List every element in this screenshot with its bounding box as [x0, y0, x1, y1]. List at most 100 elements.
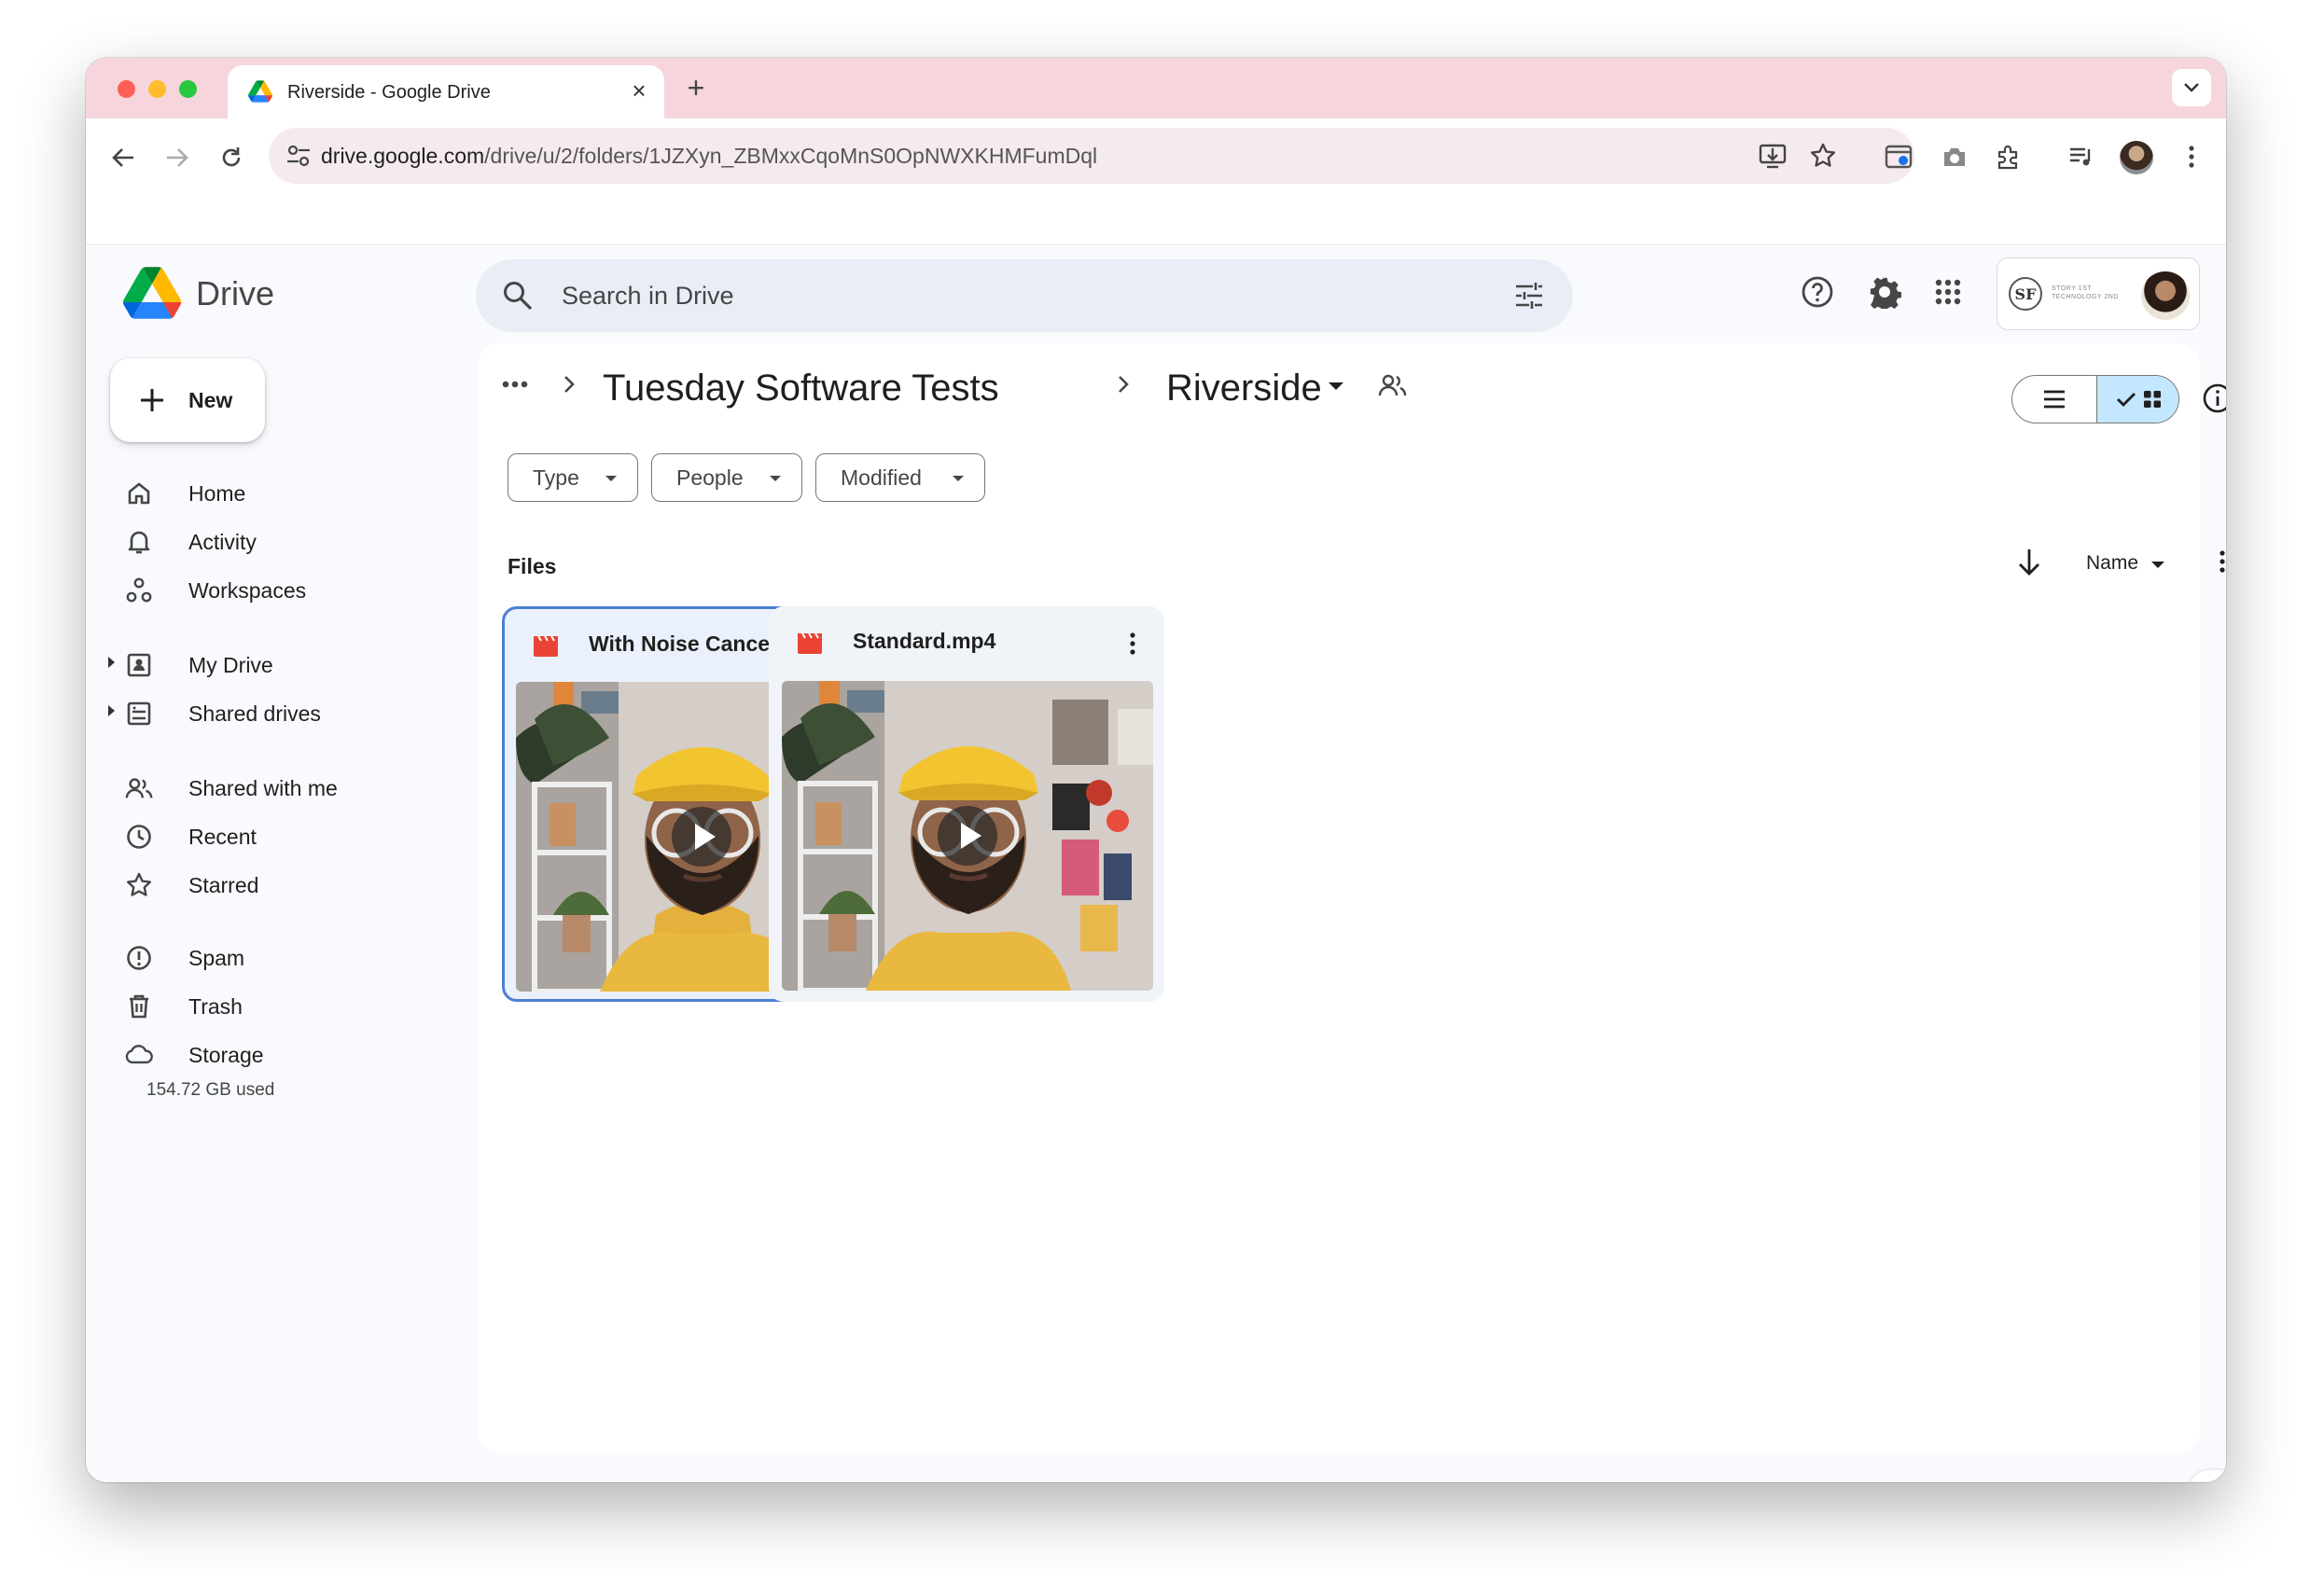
tab-title: Riverside - Google Drive: [287, 82, 491, 103]
media-controls-button[interactable]: [2066, 141, 2097, 173]
shared-folder-icon[interactable]: [1375, 369, 1409, 403]
star-icon: [125, 871, 153, 899]
url-path: /drive/u/2/folders/1JZXyn_ZBMxxCqoMnS0Op…: [484, 144, 1098, 168]
side-panel-toggle-button[interactable]: [2189, 1470, 2226, 1482]
more-horiz-icon[interactable]: [498, 375, 532, 394]
reload-button[interactable]: [211, 137, 252, 178]
caret-down-icon: [953, 476, 964, 481]
bookmark-button[interactable]: [1808, 141, 1838, 171]
sidebar-item-spam[interactable]: Spam: [114, 935, 487, 979]
sidebar-item-my-drive[interactable]: My Drive: [108, 642, 487, 687]
help-button[interactable]: [1799, 273, 1836, 311]
camera-extension-button[interactable]: [1939, 141, 1970, 173]
install-icon: [1759, 144, 1787, 169]
video-thumbnail[interactable]: [782, 681, 1153, 991]
new-button-label: New: [188, 388, 233, 412]
sidebar-item-shared-drives[interactable]: Shared drives: [108, 690, 487, 735]
forward-button[interactable]: [157, 137, 198, 178]
sidebar-item-label: Shared drives: [188, 701, 321, 726]
sort-by-name-button[interactable]: Name: [2086, 552, 2138, 575]
files-section-label: Files: [508, 554, 557, 578]
sidebar-item-workspaces[interactable]: Workspaces: [114, 567, 487, 612]
caret-down-icon[interactable]: [2151, 562, 2164, 568]
video-file-icon: [534, 635, 558, 657]
url-host: drive.google.com: [321, 144, 485, 168]
browser-window: Riverside - Google Drive × + drive.googl…: [86, 58, 2226, 1482]
back-button[interactable]: [103, 137, 144, 178]
chevron-right-icon: [1119, 376, 1129, 393]
layout-toggle: [2011, 375, 2179, 423]
close-window-button[interactable]: [118, 80, 135, 98]
screen-cast-extension-button[interactable]: [1883, 141, 1914, 173]
arrow-right-icon: [167, 148, 188, 167]
breadcrumb-current-folder[interactable]: Riverside: [1166, 368, 1322, 409]
browser-menu-button[interactable]: [2176, 141, 2207, 173]
storage-usage-text: 154.72 GB used: [146, 1080, 275, 1100]
people-filter-chip[interactable]: People: [651, 453, 802, 502]
sidebar-item-label: Recent: [188, 825, 257, 849]
play-icon[interactable]: [938, 806, 997, 866]
search-options-icon[interactable]: [1513, 280, 1545, 312]
more-vert-icon: [2220, 550, 2225, 573]
maximize-window-button[interactable]: [179, 80, 197, 98]
shared-drives-icon: [125, 700, 153, 728]
sort-direction-icon[interactable]: [2015, 547, 2043, 578]
new-button[interactable]: New: [110, 358, 265, 442]
sidebar-item-trash[interactable]: Trash: [114, 983, 487, 1028]
workspaces-icon: [125, 576, 153, 604]
account-switcher[interactable]: SF Story 1st Technology 2nd: [1997, 257, 2200, 330]
file-name: Standard.mp4: [853, 629, 996, 653]
media-queue-icon: [2070, 147, 2091, 166]
clock-icon: [125, 823, 153, 851]
expand-arrow-icon[interactable]: [108, 657, 115, 668]
sidebar-item-label: Activity: [188, 530, 257, 554]
home-icon: [125, 479, 153, 507]
settings-button[interactable]: [1866, 273, 1903, 311]
people-icon: [125, 774, 153, 802]
account-avatar[interactable]: [2141, 271, 2190, 320]
sidebar-item-recent[interactable]: Recent: [114, 813, 487, 858]
browser-profile-avatar[interactable]: [2120, 141, 2153, 174]
sidebar-item-label: Shared with me: [188, 776, 338, 800]
sidebar-item-starred[interactable]: Starred: [114, 862, 487, 907]
modified-filter-chip[interactable]: Modified: [815, 453, 985, 502]
file-actions-button[interactable]: [1118, 625, 1148, 662]
tab-close-icon[interactable]: ×: [625, 76, 653, 104]
sidebar-item-label: Storage: [188, 1043, 264, 1067]
install-app-button[interactable]: [1758, 141, 1788, 171]
breadcrumb-parent-folder[interactable]: Tuesday Software Tests: [603, 368, 999, 409]
play-icon[interactable]: [672, 807, 731, 867]
sidebar-item-activity[interactable]: Activity: [114, 519, 487, 563]
google-apps-button[interactable]: [1929, 273, 1967, 311]
type-filter-chip[interactable]: Type: [508, 453, 638, 502]
reload-icon: [222, 147, 241, 167]
caret-down-icon: [605, 476, 617, 481]
grid-layout-button[interactable]: [2096, 376, 2178, 423]
new-tab-button[interactable]: +: [679, 71, 713, 104]
folder-menu-caret-icon[interactable]: [1329, 382, 1343, 390]
search-icon[interactable]: [502, 280, 534, 312]
help-icon: [1802, 276, 1833, 308]
expand-arrow-icon[interactable]: [108, 705, 115, 716]
arrow-left-icon: [112, 148, 133, 167]
screen-capture-icon: [1885, 145, 1913, 169]
view-options-button[interactable]: [2207, 543, 2226, 580]
list-layout-button[interactable]: [2012, 376, 2096, 423]
sidebar-item-home[interactable]: Home: [114, 470, 487, 515]
browser-tab[interactable]: Riverside - Google Drive ×: [228, 65, 664, 118]
extensions-button[interactable]: [1993, 141, 2025, 173]
address-bar[interactable]: drive.google.com/drive/u/2/folders/1JZXy…: [269, 128, 1914, 184]
info-icon[interactable]: [2200, 381, 2226, 416]
tab-search-button[interactable]: [2172, 69, 2211, 106]
sidebar-item-shared-with-me[interactable]: Shared with me: [114, 765, 487, 810]
app-name[interactable]: Drive: [196, 274, 274, 313]
file-card[interactable]: Standard.mp4: [769, 606, 1164, 1002]
search-input[interactable]: Search in Drive: [562, 282, 734, 311]
search-bar[interactable]: Search in Drive: [476, 259, 1573, 332]
spam-icon: [125, 944, 153, 972]
drive-logo-icon[interactable]: [123, 267, 181, 319]
sidebar-item-storage[interactable]: Storage: [114, 1032, 487, 1076]
minimize-window-button[interactable]: [148, 80, 166, 98]
chevron-down-icon: [2184, 83, 2199, 92]
site-settings-icon[interactable]: [285, 143, 312, 169]
